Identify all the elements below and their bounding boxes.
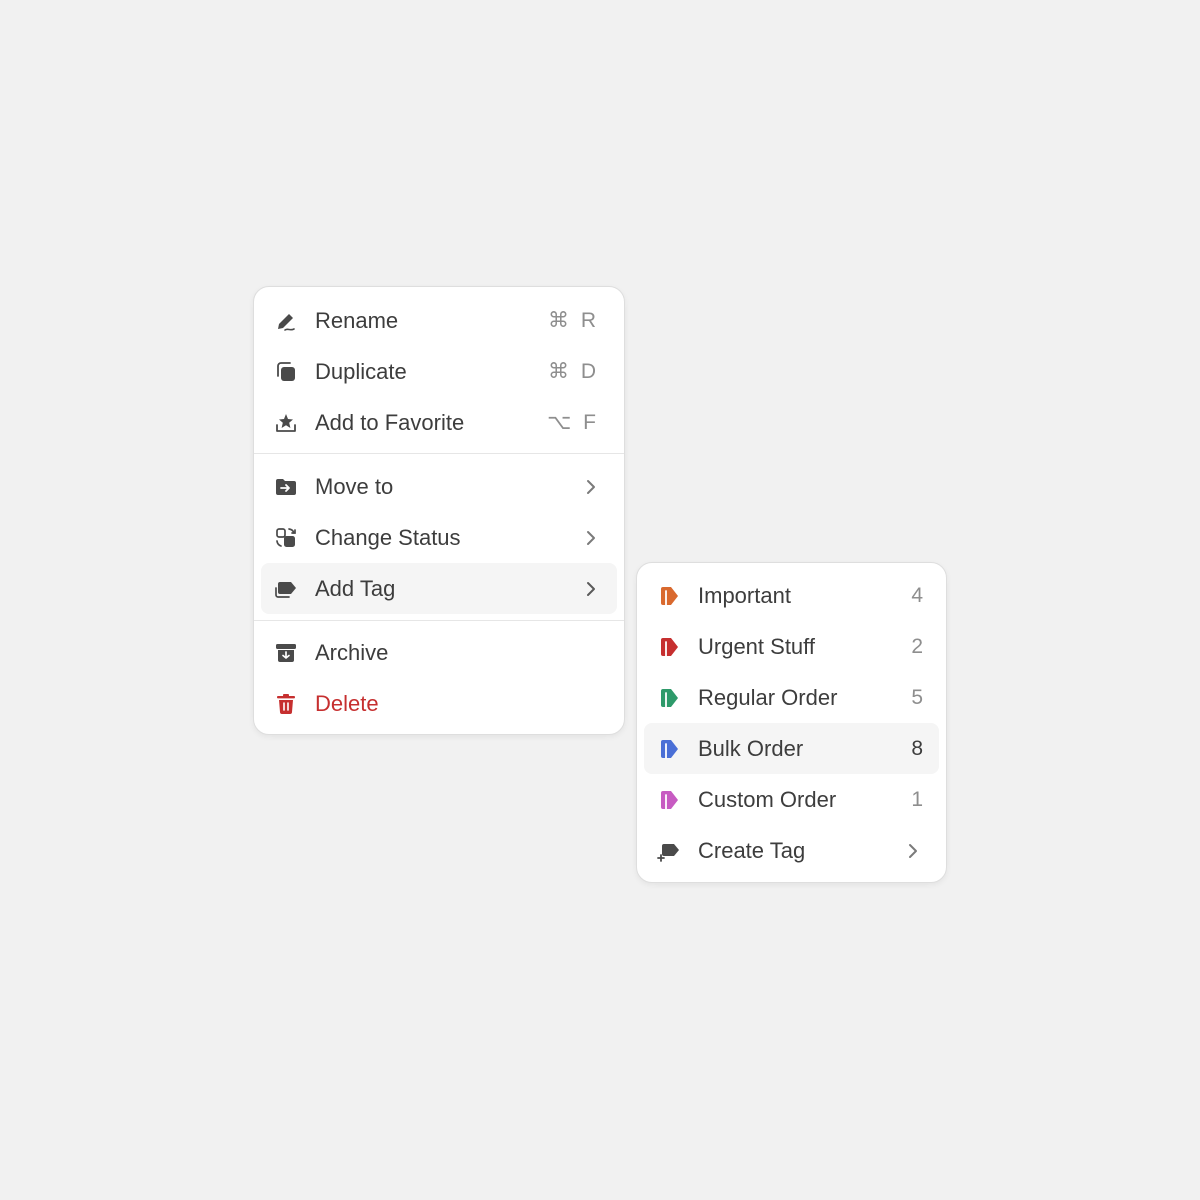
menu-item-duplicate[interactable]: Duplicate ⌘ D bbox=[261, 346, 617, 397]
tag-count: 5 bbox=[911, 686, 923, 709]
tag-label: Urgent Stuff bbox=[698, 634, 815, 659]
shortcut-hint: ⌘ D bbox=[548, 360, 599, 383]
tag-count: 4 bbox=[911, 584, 923, 607]
chevron-right-icon bbox=[909, 844, 917, 858]
tag-item-regular-order[interactable]: Regular Order 5 bbox=[644, 672, 939, 723]
tag-item-important[interactable]: Important 4 bbox=[644, 570, 939, 621]
tag-icon bbox=[656, 736, 682, 762]
menu-item-add-tag[interactable]: Add Tag bbox=[261, 563, 617, 614]
shortcut-hint: ⌥ F bbox=[547, 411, 599, 434]
menu-item-delete[interactable]: Delete bbox=[261, 678, 617, 729]
tag-count: 2 bbox=[911, 635, 923, 658]
duplicate-icon bbox=[273, 359, 299, 385]
tag-label: Important bbox=[698, 583, 791, 608]
context-menu: Rename ⌘ R Duplicate ⌘ D Add to Favorite… bbox=[253, 286, 625, 735]
tag-item-custom-order[interactable]: Custom Order 1 bbox=[644, 774, 939, 825]
tag-item-bulk-order[interactable]: Bulk Order 8 bbox=[644, 723, 939, 774]
tag-label: Custom Order bbox=[698, 787, 837, 812]
menu-item-label: Delete bbox=[315, 691, 379, 716]
menu-divider bbox=[254, 453, 624, 454]
menu-item-label: Rename bbox=[315, 308, 399, 333]
menu-item-archive[interactable]: Archive bbox=[261, 627, 617, 678]
archive-icon bbox=[273, 640, 299, 666]
tag-icon bbox=[656, 583, 682, 609]
tag-label: Regular Order bbox=[698, 685, 838, 710]
tag-plus-icon bbox=[656, 838, 682, 864]
menu-item-label: Move to bbox=[315, 474, 394, 499]
pen-icon bbox=[273, 308, 299, 334]
trash-icon bbox=[273, 691, 299, 717]
menu-item-change-status[interactable]: Change Status bbox=[261, 512, 617, 563]
tag-count: 1 bbox=[911, 788, 923, 811]
menu-item-rename[interactable]: Rename ⌘ R bbox=[261, 295, 617, 346]
menu-item-move-to[interactable]: Move to bbox=[261, 461, 617, 512]
menu-item-label: Change Status bbox=[315, 525, 461, 550]
menu-item-label: Duplicate bbox=[315, 359, 407, 384]
tag-icon bbox=[656, 685, 682, 711]
tags-icon bbox=[273, 576, 299, 602]
tag-icon bbox=[656, 634, 682, 660]
tag-submenu: Important 4 Urgent Stuff 2 Regular Order… bbox=[636, 562, 947, 883]
menu-item-add-to-favorite[interactable]: Add to Favorite ⌥ F bbox=[261, 397, 617, 448]
shortcut-hint: ⌘ R bbox=[548, 309, 599, 332]
chevron-right-icon bbox=[587, 531, 595, 545]
folder-move-icon bbox=[273, 474, 299, 500]
menu-item-label: Add to Favorite bbox=[315, 410, 465, 435]
menu-item-label: Add Tag bbox=[315, 576, 396, 601]
status-change-icon bbox=[273, 525, 299, 551]
tag-label: Bulk Order bbox=[698, 736, 804, 761]
tag-label: Create Tag bbox=[698, 838, 806, 863]
menu-divider bbox=[254, 620, 624, 621]
tag-count: 8 bbox=[911, 737, 923, 760]
star-tray-icon bbox=[273, 410, 299, 436]
tag-icon bbox=[656, 787, 682, 813]
tag-item-urgent-stuff[interactable]: Urgent Stuff 2 bbox=[644, 621, 939, 672]
chevron-right-icon bbox=[587, 582, 595, 596]
chevron-right-icon bbox=[587, 480, 595, 494]
menu-item-label: Archive bbox=[315, 640, 389, 665]
tag-item-create-tag[interactable]: Create Tag bbox=[644, 825, 939, 876]
